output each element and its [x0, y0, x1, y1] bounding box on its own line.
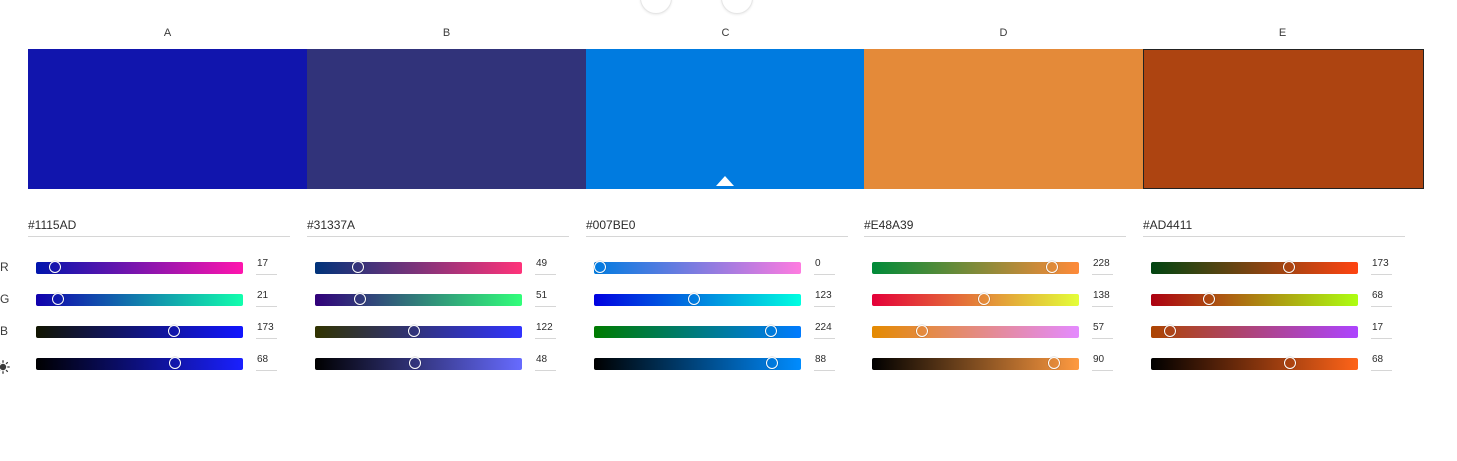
b-channel-slider[interactable]: [872, 325, 1079, 338]
b-value-input[interactable]: 173: [256, 323, 277, 339]
b-channel-slider[interactable]: [1151, 325, 1358, 338]
hex-input[interactable]: #E48A39: [864, 216, 1126, 237]
color-swatch[interactable]: [307, 49, 586, 189]
r-value-input[interactable]: 228: [1092, 259, 1113, 275]
top-circle-control-left[interactable]: [640, 0, 672, 14]
r-channel-slider[interactable]: [594, 261, 801, 274]
color-swatch[interactable]: [864, 49, 1143, 189]
g-value-input[interactable]: 138: [1092, 291, 1113, 307]
slider-thumb[interactable]: [915, 325, 928, 337]
row-label-r: R: [0, 260, 9, 274]
slider-thumb[interactable]: [1203, 293, 1215, 305]
brightness-slider[interactable]: [594, 357, 801, 370]
hex-input[interactable]: #AD4411: [1143, 216, 1405, 237]
b-value-input[interactable]: 57: [1092, 323, 1113, 339]
sun-icon: [0, 360, 10, 374]
brightness-slider[interactable]: [1151, 357, 1358, 370]
color-swatch[interactable]: [1143, 49, 1424, 189]
r-value-input[interactable]: 0: [814, 259, 835, 275]
brightness-slider[interactable]: [36, 357, 243, 370]
brightness-value-input[interactable]: 88: [814, 355, 835, 371]
r-channel-slider[interactable]: [872, 261, 1079, 274]
row-label-g: G: [0, 292, 10, 306]
column-letter: B: [442, 27, 451, 39]
slider-thumb[interactable]: [977, 293, 990, 305]
g-value-input[interactable]: 21: [256, 291, 277, 307]
hex-input[interactable]: #31337A: [307, 216, 569, 237]
brightness-value-input[interactable]: 68: [1371, 355, 1392, 371]
color-swatch[interactable]: [28, 49, 307, 189]
slider-thumb[interactable]: [168, 325, 181, 337]
g-channel-slider[interactable]: [872, 293, 1079, 306]
slider-thumb[interactable]: [52, 293, 65, 305]
column-letter: A: [163, 27, 172, 39]
b-value-input[interactable]: 224: [814, 323, 835, 339]
g-value-input[interactable]: 51: [535, 291, 556, 307]
slider-thumb[interactable]: [354, 293, 366, 305]
b-channel-slider[interactable]: [36, 325, 243, 338]
b-channel-slider[interactable]: [594, 325, 801, 338]
slider-thumb[interactable]: [594, 261, 606, 273]
top-circle-control-right[interactable]: [721, 0, 753, 14]
b-channel-slider[interactable]: [315, 325, 522, 338]
brightness-slider[interactable]: [315, 357, 522, 370]
brightness-slider[interactable]: [872, 357, 1079, 370]
slider-thumb[interactable]: [352, 261, 365, 273]
r-channel-slider[interactable]: [36, 261, 243, 274]
hex-input[interactable]: #007BE0: [586, 216, 848, 237]
selected-indicator-icon: [716, 176, 734, 186]
column-letter: D: [999, 27, 1008, 39]
brightness-value-input[interactable]: 68: [256, 355, 277, 371]
b-value-input[interactable]: 122: [535, 323, 556, 339]
r-channel-slider[interactable]: [1151, 261, 1358, 274]
b-value-input[interactable]: 17: [1371, 323, 1392, 339]
slider-thumb[interactable]: [765, 357, 778, 369]
slider-thumb[interactable]: [765, 325, 778, 337]
hex-input[interactable]: #1115AD: [28, 216, 290, 237]
row-label-b: B: [0, 324, 9, 338]
brightness-value-input[interactable]: 90: [1092, 355, 1113, 371]
g-value-input[interactable]: 68: [1371, 291, 1392, 307]
slider-thumb[interactable]: [1283, 357, 1296, 369]
color-swatch[interactable]: [586, 49, 864, 189]
slider-thumb[interactable]: [1164, 325, 1176, 337]
g-channel-slider[interactable]: [594, 293, 801, 306]
slider-thumb[interactable]: [408, 357, 421, 369]
r-value-input[interactable]: 173: [1371, 259, 1392, 275]
slider-thumb[interactable]: [168, 357, 181, 369]
brightness-value-input[interactable]: 48: [535, 355, 556, 371]
column-letter: E: [1278, 27, 1287, 39]
slider-thumb[interactable]: [688, 293, 701, 305]
r-value-input[interactable]: 49: [535, 259, 556, 275]
slider-thumb[interactable]: [49, 261, 61, 273]
g-channel-slider[interactable]: [36, 293, 243, 306]
slider-thumb[interactable]: [1047, 357, 1060, 369]
slider-thumb[interactable]: [408, 325, 421, 337]
g-channel-slider[interactable]: [1151, 293, 1358, 306]
slider-thumb[interactable]: [1046, 261, 1059, 273]
r-value-input[interactable]: 17: [256, 259, 277, 275]
r-channel-slider[interactable]: [315, 261, 522, 274]
slider-thumb[interactable]: [1283, 261, 1296, 273]
column-letter: C: [721, 27, 730, 39]
g-channel-slider[interactable]: [315, 293, 522, 306]
g-value-input[interactable]: 123: [814, 291, 835, 307]
